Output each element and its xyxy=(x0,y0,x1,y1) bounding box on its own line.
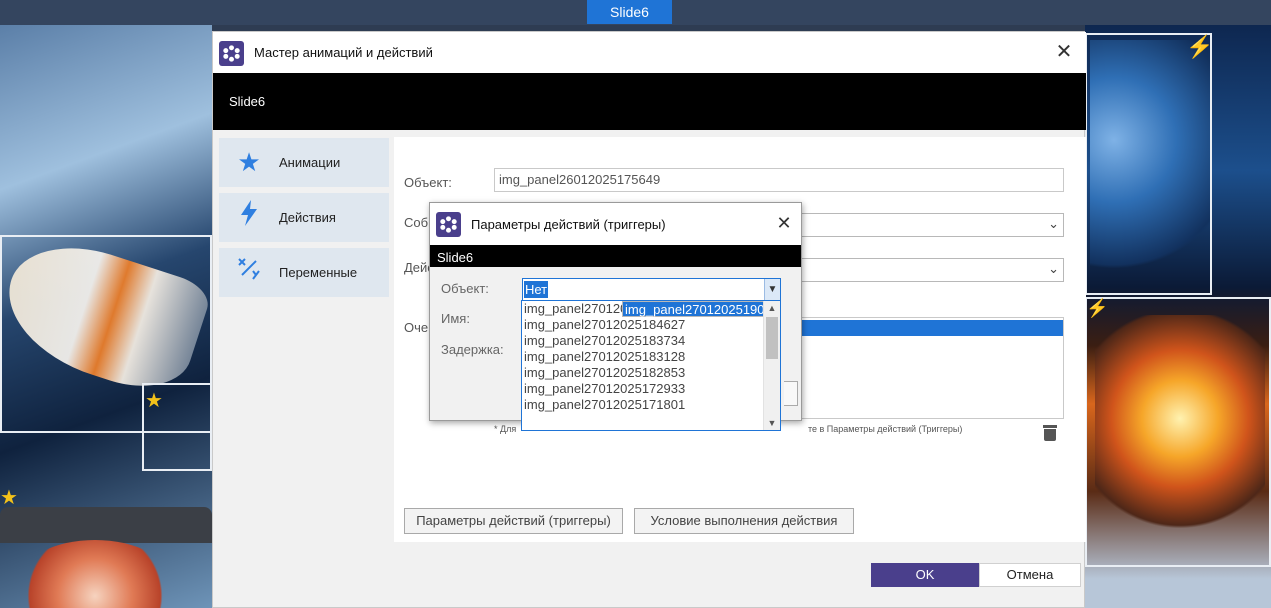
star-icon: ★ xyxy=(237,147,261,177)
panel-frame xyxy=(1085,297,1271,567)
chevron-down-icon: ⌄ xyxy=(1048,216,1059,231)
object-dropdown-list[interactable]: img_panel27012025190131 img_panel2701202… xyxy=(521,300,781,431)
trigger-dialog-slide-name: Slide6 xyxy=(437,250,474,265)
dropdown-items: img_panel27012025190131 img_panel2701202… xyxy=(522,301,780,413)
sidebar-item-actions[interactable]: Действия xyxy=(219,193,389,242)
dropdown-scrollbar[interactable]: ▲ ▼ xyxy=(763,301,780,430)
dropdown-option[interactable]: img_panel27012025183734 xyxy=(522,333,764,349)
lightning-icon xyxy=(219,193,279,242)
device-illustration xyxy=(0,507,212,543)
app-logo-icon xyxy=(219,41,244,66)
lightning-sticker-icon: ⚡ xyxy=(1186,34,1214,59)
sidebar-item-label: Переменные xyxy=(279,265,358,280)
wizard-slide-header: Slide6 xyxy=(213,73,1086,130)
trigger-dialog-title: Параметры действий (триггеры) xyxy=(471,217,666,232)
action-condition-button[interactable]: Условие выполнения действия xyxy=(634,508,854,534)
trigger-name-label: Имя: xyxy=(441,311,470,326)
slide-tab[interactable]: Slide6 xyxy=(587,0,672,24)
cancel-button[interactable]: Отмена xyxy=(979,563,1081,587)
dropdown-option[interactable]: img_panel27012025183128 xyxy=(522,349,764,365)
trigger-object-label: Объект: xyxy=(441,281,489,296)
trash-icon[interactable] xyxy=(1043,425,1057,441)
trigger-dialog-titlebar: Параметры действий (триггеры) ✕ xyxy=(430,203,801,245)
chevron-down-icon: ⌄ xyxy=(1048,261,1059,276)
scroll-down-icon[interactable]: ▼ xyxy=(764,416,780,430)
dialog-side-button[interactable] xyxy=(784,381,798,406)
wizard-titlebar: Мастер анимаций и действий ✕ xyxy=(213,32,1086,73)
wizard-close-icon[interactable]: ✕ xyxy=(1052,40,1076,64)
chevron-down-icon[interactable]: ▼ xyxy=(764,279,780,300)
scroll-up-icon[interactable]: ▲ xyxy=(764,301,780,315)
star-sticker-icon: ★ xyxy=(145,390,163,412)
sidebar-item-animations[interactable]: ★ Анимации xyxy=(219,138,389,187)
trigger-dialog-slide-header: Slide6 xyxy=(430,245,801,267)
ok-button[interactable]: OK xyxy=(871,563,979,587)
dropdown-option[interactable]: img_panel27012025190131 xyxy=(622,301,780,317)
trigger-params-button[interactable]: Параметры действий (триггеры) xyxy=(404,508,623,534)
sidebar-item-label: Анимации xyxy=(279,155,341,170)
trigger-object-combobox[interactable]: Нет ▼ xyxy=(522,278,781,301)
wizard-slide-name: Slide6 xyxy=(229,94,266,109)
object-label: Объект: xyxy=(404,175,452,190)
object-field[interactable]: img_panel26012025175649 xyxy=(494,168,1064,192)
lightning-sticker-icon: ⚡ xyxy=(1086,298,1109,318)
dropdown-option[interactable]: img_panel27012025182853 xyxy=(522,365,764,381)
variables-icon xyxy=(219,248,279,297)
combo-selected-value: Нет xyxy=(524,281,549,298)
sidebar-item-variables[interactable]: Переменные xyxy=(219,248,389,297)
scrollbar-thumb[interactable] xyxy=(766,317,778,359)
panel-frame xyxy=(1085,33,1212,295)
hint-note-right: те в Параметры действий (Триггеры) xyxy=(808,424,963,434)
dropdown-option[interactable]: img_panel27012025184627 xyxy=(522,317,764,333)
dropdown-option[interactable]: img_panel27012025171801 xyxy=(522,397,764,413)
hint-note-left: * Для xyxy=(494,424,517,434)
app-logo-icon xyxy=(436,212,461,237)
dropdown-option[interactable]: img_panel27012025172933 xyxy=(522,381,764,397)
trigger-dialog-close-icon[interactable]: ✕ xyxy=(773,212,795,234)
trigger-delay-label: Задержка: xyxy=(441,342,504,357)
wizard-title: Мастер анимаций и действий xyxy=(254,45,433,60)
sidebar-item-label: Действия xyxy=(279,210,336,225)
